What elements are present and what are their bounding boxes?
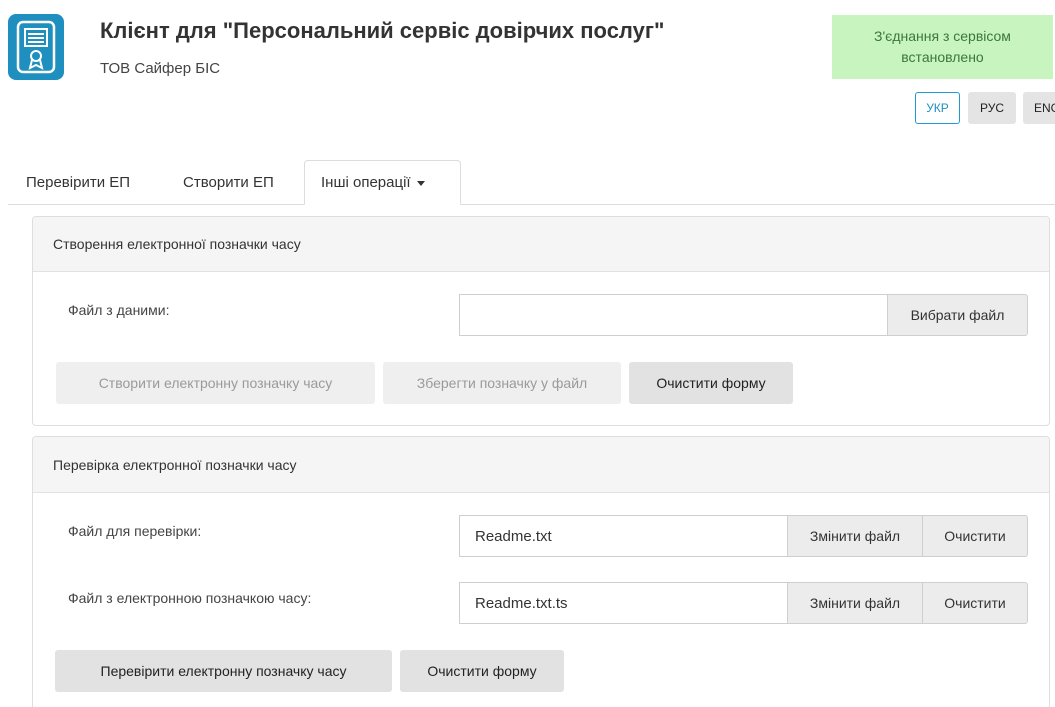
certificate-icon [16, 20, 56, 74]
timestamp-file-input[interactable]: Readme.txt.ts [459, 582, 788, 624]
language-rus-button[interactable]: РУС [968, 92, 1016, 124]
verify-file-input[interactable]: Readme.txt [459, 515, 788, 557]
change-timestamp-file-button[interactable]: Змінити файл [787, 582, 923, 624]
page-title: Клієнт для "Персональний сервіс довірчих… [100, 18, 665, 43]
timestamp-file-label: Файл з електронною позначкою часу: [68, 590, 312, 606]
save-timestamp-button[interactable]: Зберегти позначку у файл [383, 362, 621, 404]
choose-file-button[interactable]: Вибрати файл [887, 294, 1028, 336]
connection-status-badge: З'єднання з сервісом встановлено [832, 15, 1053, 79]
clear-file-button[interactable]: Очистити [922, 515, 1028, 557]
clear-form-button[interactable]: Очистити форму [629, 362, 793, 404]
create-timestamp-button[interactable]: Створити електронну позначку часу [56, 362, 375, 404]
verify-file-label: Файл для перевірки: [68, 523, 202, 539]
app-logo [8, 14, 64, 80]
tabs-divider [8, 204, 1055, 205]
data-file-input[interactable] [459, 294, 888, 336]
create-timestamp-panel: Створення електронної позначки часу Файл… [32, 216, 1050, 426]
tab-label: Інші операції [321, 174, 411, 191]
tab-label: Створити ЕП [183, 174, 274, 191]
clear-timestamp-file-button[interactable]: Очистити [922, 582, 1028, 624]
verify-timestamp-button[interactable]: Перевірити електронну позначку часу [55, 650, 392, 692]
data-file-label: Файл з даними: [68, 302, 170, 318]
tab-other-operations[interactable]: Інші операції [304, 160, 461, 205]
caret-down-icon [416, 180, 425, 186]
tab-label: Перевірити ЕП [26, 174, 131, 191]
verify-timestamp-panel: Перевірка електронної позначки часу Файл… [32, 436, 1050, 707]
tab-verify-signature[interactable]: Перевірити ЕП [26, 160, 130, 205]
panel-heading: Перевірка електронної позначки часу [33, 437, 1049, 493]
language-eng-button[interactable]: ENG [1023, 92, 1055, 124]
panel-heading: Створення електронної позначки часу [33, 217, 1049, 272]
change-file-button[interactable]: Змінити файл [787, 515, 923, 557]
tab-create-signature[interactable]: Створити ЕП [183, 160, 274, 205]
clear-form-button[interactable]: Очистити форму [400, 650, 564, 692]
language-ukr-button[interactable]: УКР [915, 92, 960, 124]
organization-name: ТОВ Сайфер БІС [100, 60, 221, 77]
